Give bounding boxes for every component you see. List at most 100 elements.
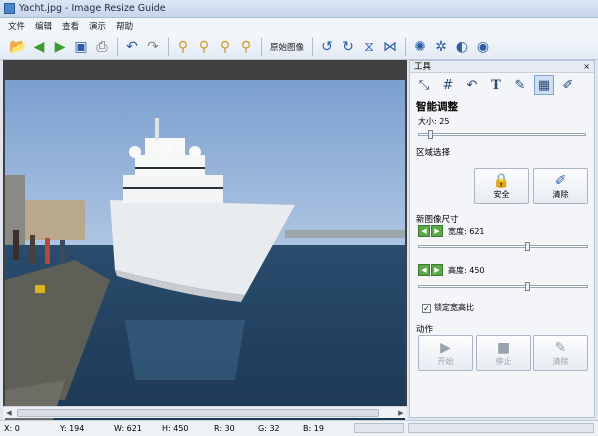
zoom-actual-icon[interactable]: ⚲: [236, 37, 256, 57]
redo-icon[interactable]: ↷: [143, 37, 163, 57]
width-slider-track: [418, 245, 588, 248]
original-image-button[interactable]: 原始图像: [270, 41, 304, 53]
status-h: H: 450: [162, 424, 189, 433]
size-label: 大小: 25: [418, 117, 450, 126]
height-decrease-icon[interactable]: ◀: [418, 264, 430, 276]
smart-resize-icon[interactable]: ▦: [534, 75, 554, 95]
stop-icon: ■: [496, 339, 511, 356]
clear-icon: ✎: [554, 339, 567, 356]
status-y: Y: 194: [60, 424, 85, 433]
height-row: ◀ ▶ 高度: 450: [418, 264, 485, 276]
undo-tool-icon[interactable]: ↶: [462, 75, 482, 95]
menu-file[interactable]: 文件: [8, 20, 25, 32]
panel-tool-row: ⤡ # ↶ T ✎ ▦ ✐: [410, 73, 594, 97]
lock-ratio-label: 锁定宽高比: [434, 303, 474, 312]
back-icon[interactable]: ◀: [29, 37, 49, 57]
flip-vertical-icon[interactable]: ⧖: [359, 37, 379, 57]
gear-icon[interactable]: ✲: [431, 37, 451, 57]
clear-action-button[interactable]: ✎ 清除: [533, 335, 588, 371]
safe-button[interactable]: 🔒 安全: [474, 168, 529, 204]
status-w: W: 621: [114, 424, 142, 433]
window-title: Yacht.jpg - Image Resize Guide: [19, 3, 166, 14]
rotate-right-icon[interactable]: ↻: [338, 37, 358, 57]
save-icon[interactable]: ▣: [71, 37, 91, 57]
toolbar-separator: [405, 37, 407, 56]
toolbar-separator: [261, 37, 262, 56]
width-decrease-icon[interactable]: ◀: [418, 225, 430, 237]
zoom-fit-icon[interactable]: ⚲: [215, 37, 235, 57]
height-slider-track: [418, 285, 588, 288]
eraser-icon: ✐: [554, 172, 567, 189]
stop-label: 停止: [495, 356, 512, 366]
menu-demo[interactable]: 演示: [89, 20, 106, 32]
width-row: ◀ ▶ 宽度: 621: [418, 225, 485, 237]
status-x: X: 0: [4, 424, 20, 433]
lock-icon: 🔒: [492, 172, 511, 189]
width-slider[interactable]: [418, 242, 588, 251]
height-slider-knob[interactable]: [525, 282, 530, 291]
clear-region-label: 清除: [552, 189, 569, 199]
scroll-thumb[interactable]: [17, 409, 379, 417]
image-viewport[interactable]: [3, 60, 407, 436]
scroll-right-icon[interactable]: ▶: [396, 408, 406, 418]
clear-action-label: 清除: [552, 356, 569, 366]
undo-icon[interactable]: ↶: [122, 37, 142, 57]
clear-region-button[interactable]: ✐ 清除: [533, 168, 588, 204]
size-slider-knob[interactable]: [428, 130, 433, 139]
new-size-title: 新图像尺寸: [416, 215, 459, 225]
resize-icon[interactable]: ⤡: [414, 75, 434, 95]
tools-panel: 工具 × ⤡ # ↶ T ✎ ▦ ✐ 智能调整 大小: 25 区域选择 🔒 安全…: [409, 60, 595, 418]
yacht-photo[interactable]: [5, 80, 405, 436]
toolbar-separator: [312, 37, 314, 56]
title-bar: Yacht.jpg - Image Resize Guide: [0, 0, 598, 18]
brush-icon[interactable]: ✐: [558, 75, 578, 95]
safe-button-label: 安全: [493, 189, 510, 199]
stop-button[interactable]: ■ 停止: [476, 335, 531, 371]
menu-help[interactable]: 帮助: [116, 20, 133, 32]
height-label: 高度: 450: [448, 265, 485, 275]
scroll-left-icon[interactable]: ◀: [4, 408, 14, 418]
contrast-icon[interactable]: ◐: [452, 37, 472, 57]
forward-icon[interactable]: ▶: [50, 37, 70, 57]
text-icon[interactable]: T: [486, 75, 506, 95]
zoom-in-icon[interactable]: ⚲: [173, 37, 193, 57]
width-slider-knob[interactable]: [525, 242, 530, 251]
menu-edit[interactable]: 编辑: [35, 20, 52, 32]
toolbar-separator: [117, 37, 118, 56]
menu-bar: 文件 编辑 查看 演示 帮助: [0, 18, 598, 34]
section-title: 智能调整: [416, 101, 458, 113]
size-slider-track: [418, 133, 586, 136]
start-label: 开始: [437, 356, 454, 366]
lock-ratio-checkbox[interactable]: ✓: [422, 304, 431, 313]
status-panel: [408, 423, 594, 433]
play-icon: ▶: [440, 339, 451, 356]
horizontal-scrollbar[interactable]: ◀ ▶: [3, 406, 407, 418]
height-increase-icon[interactable]: ▶: [431, 264, 443, 276]
lock-ratio-row[interactable]: ✓ 锁定宽高比: [422, 302, 474, 313]
toolbar-separator: [168, 37, 169, 56]
menu-view[interactable]: 查看: [62, 20, 79, 32]
size-slider[interactable]: [418, 130, 586, 139]
app-icon: [4, 3, 15, 14]
open-icon[interactable]: 📂: [8, 37, 28, 57]
status-bar: X: 0 Y: 194 W: 621 H: 450 R: 30 G: 32 B:…: [0, 420, 598, 436]
close-icon[interactable]: ×: [583, 61, 590, 73]
start-button[interactable]: ▶ 开始: [418, 335, 473, 371]
status-r: R: 30: [214, 424, 235, 433]
status-panel: [354, 423, 404, 433]
magic-wand-icon[interactable]: ✎: [510, 75, 530, 95]
toolbar: 📂 ◀ ▶ ▣ ⎙ ↶ ↷ ⚲ ⚲ ⚲ ⚲ 原始图像 ↺ ↻ ⧖ ⋈ ✺ ✲ ◐…: [0, 34, 598, 60]
status-b: B: 19: [303, 424, 324, 433]
settings-icon[interactable]: ✺: [410, 37, 430, 57]
flip-horizontal-icon[interactable]: ⋈: [380, 37, 400, 57]
panel-title: 工具: [414, 62, 432, 72]
zoom-out-icon[interactable]: ⚲: [194, 37, 214, 57]
actions-title: 动作: [416, 325, 434, 335]
crop-icon[interactable]: #: [438, 75, 458, 95]
rotate-left-icon[interactable]: ↺: [317, 37, 337, 57]
width-increase-icon[interactable]: ▶: [431, 225, 443, 237]
print-icon[interactable]: ⎙: [92, 37, 112, 57]
height-slider[interactable]: [418, 282, 588, 291]
status-g: G: 32: [258, 424, 280, 433]
info-icon[interactable]: ◉: [473, 37, 493, 57]
